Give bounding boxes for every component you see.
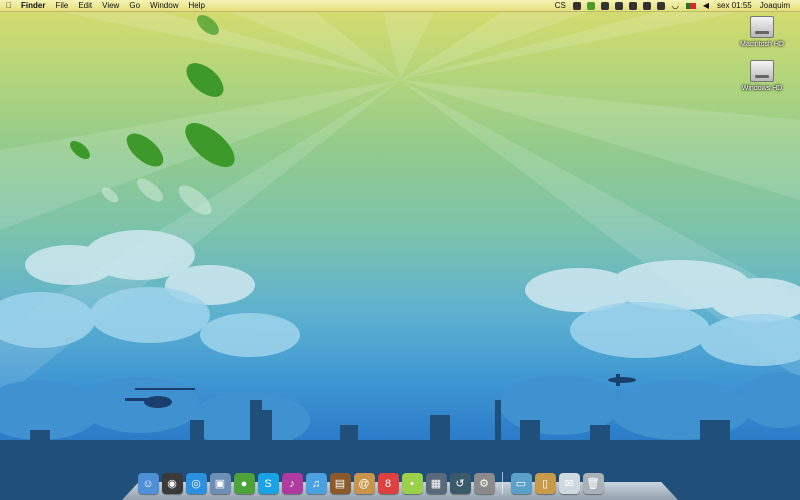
menu-file[interactable]: File bbox=[50, 0, 73, 11]
status-menu-icon[interactable] bbox=[572, 1, 581, 10]
menu-edit[interactable]: Edit bbox=[73, 0, 97, 11]
time-machine-icon[interactable]: ↺ bbox=[449, 473, 471, 494]
dashboard-icon[interactable]: ◉ bbox=[161, 473, 183, 494]
desktop-wallpaper bbox=[0, 0, 800, 500]
dock-separator bbox=[502, 472, 503, 494]
menubar-user[interactable]: Joaquim bbox=[756, 0, 794, 11]
creative-cloud-icon[interactable] bbox=[642, 1, 651, 10]
wallpaper-art bbox=[0, 0, 800, 500]
trash-icon[interactable]: 🗑 bbox=[582, 473, 604, 494]
adium-status-icon[interactable] bbox=[586, 1, 595, 10]
menu-go[interactable]: Go bbox=[124, 0, 145, 11]
preview-icon[interactable]: ▣ bbox=[209, 473, 231, 494]
drive-label: Macintosh HD bbox=[740, 41, 784, 48]
adium-icon[interactable]: ● bbox=[233, 473, 255, 494]
script-menu-icon[interactable] bbox=[600, 1, 609, 10]
dock-icons: ☺ ◉ ◎ ▣ ● S ♪ ♫ ▤ @8 • ▦ ↺ ⚙ ▭ ▯ ✉ 🗑 bbox=[136, 462, 605, 494]
system-preferences-icon[interactable]: ⚙ bbox=[473, 473, 495, 494]
desktop-drive-windows-hd[interactable]: Windows HD bbox=[732, 60, 792, 92]
menu-view[interactable]: View bbox=[97, 0, 124, 11]
address-book-icon[interactable]: @ bbox=[353, 473, 375, 494]
menu-window[interactable]: Window bbox=[145, 0, 183, 11]
dock: ☺ ◉ ◎ ▣ ● S ♪ ♫ ▤ @8 • ▦ ↺ ⚙ ▭ ▯ ✉ 🗑 bbox=[122, 462, 678, 500]
iphoto-icon[interactable]: ▤ bbox=[329, 473, 351, 494]
menu-help[interactable]: Help bbox=[183, 0, 209, 11]
desktop-drive-macintosh-hd[interactable]: Macintosh HD bbox=[732, 16, 792, 48]
mail-stack-icon[interactable]: ✉ bbox=[558, 473, 580, 494]
input-source-flag-icon[interactable] bbox=[685, 2, 696, 9]
documents-stack-icon[interactable]: ▯ bbox=[534, 473, 556, 494]
bluetooth-icon[interactable] bbox=[656, 1, 665, 10]
messages-icon[interactable]: • bbox=[401, 473, 423, 494]
drive-label: Windows HD bbox=[741, 85, 783, 92]
finder-icon[interactable]: ☺ bbox=[137, 473, 159, 494]
cs-status-item[interactable]: CS bbox=[551, 0, 570, 11]
spaces-icon[interactable]: ▦ bbox=[425, 473, 447, 494]
dropbox-status-icon[interactable] bbox=[628, 1, 637, 10]
ical-icon[interactable]: 8 bbox=[377, 473, 399, 494]
itunes-icon[interactable]: ♫ bbox=[305, 473, 327, 494]
itunes-eq-icon[interactable]: ♪ bbox=[281, 473, 303, 494]
skype-icon[interactable]: S bbox=[257, 473, 279, 494]
volume-icon[interactable]: ◀ bbox=[699, 0, 713, 11]
hard-drive-icon bbox=[750, 60, 774, 82]
menu-bar:  Finder File Edit View Go Window Help C… bbox=[0, 0, 800, 12]
apple-icon[interactable]:  bbox=[0, 1, 16, 10]
menubar-clock[interactable]: sex 01:55 bbox=[713, 0, 756, 11]
hard-drive-icon bbox=[750, 16, 774, 38]
wifi-icon[interactable]: ◡ bbox=[668, 0, 683, 11]
picture-stack-icon[interactable]: ▭ bbox=[510, 473, 532, 494]
safari-icon[interactable]: ◎ bbox=[185, 473, 207, 494]
paw-status-icon[interactable] bbox=[614, 1, 623, 10]
menu-app-finder[interactable]: Finder bbox=[16, 0, 50, 11]
